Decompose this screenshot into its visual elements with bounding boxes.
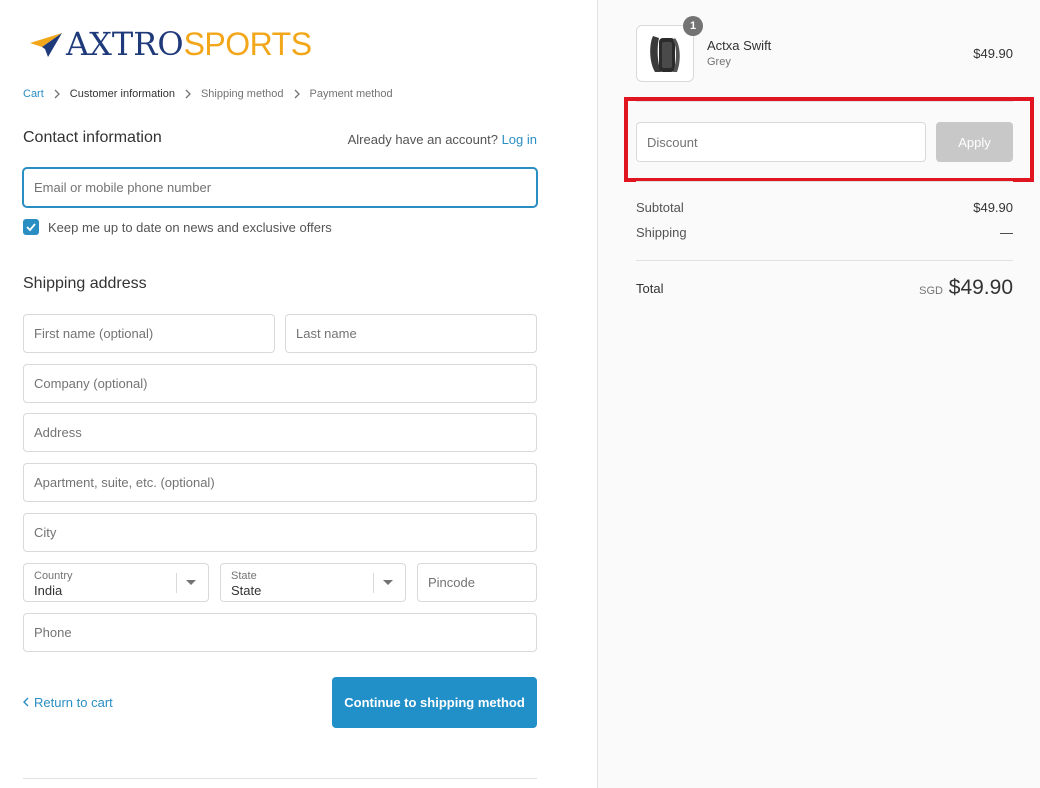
last-name-input[interactable]: Last name <box>285 314 537 353</box>
order-summary-sidebar: 1 Actxa Swift Grey $49.90 Discount Apply… <box>597 0 1040 788</box>
chevron-down-icon <box>383 580 393 585</box>
total-value: $49.90 <box>948 276 1013 299</box>
return-to-cart-link[interactable]: Return to cart <box>23 695 113 710</box>
country-value: India <box>34 583 63 598</box>
select-divider <box>176 573 177 593</box>
company-input[interactable]: Company (optional) <box>23 364 537 403</box>
shipping-address-title: Shipping address <box>23 275 147 292</box>
breadcrumb-customer-information: Customer information <box>69 88 175 100</box>
phone-input[interactable]: Phone <box>23 613 537 652</box>
summary-divider <box>636 181 1013 182</box>
checkout-main: AXTROSPORTS Cart Customer information Sh… <box>0 0 597 788</box>
address-input[interactable]: Address <box>23 413 537 452</box>
state-select[interactable]: State State <box>220 563 406 602</box>
phone-placeholder: Phone <box>34 625 72 640</box>
pincode-placeholder: Pincode <box>428 575 475 590</box>
state-label: State <box>231 570 257 582</box>
apartment-placeholder: Apartment, suite, etc. (optional) <box>34 475 215 490</box>
breadcrumb-shipping-method: Shipping method <box>200 88 284 100</box>
logo-text-sports: SPORTS <box>183 26 313 62</box>
summary-divider <box>636 260 1013 261</box>
select-divider <box>373 573 374 593</box>
subtotal-label: Subtotal <box>636 200 684 215</box>
apartment-input[interactable]: Apartment, suite, etc. (optional) <box>23 463 537 502</box>
chevron-down-icon <box>186 580 196 585</box>
chevron-right-icon <box>53 89 61 99</box>
first-name-placeholder: First name (optional) <box>34 326 154 341</box>
discount-highlight-box <box>624 97 1034 182</box>
contact-information-title: Contact information <box>23 129 162 146</box>
product-thumbnail <box>636 25 694 82</box>
footer-divider <box>23 778 537 779</box>
total-currency: SGD <box>919 285 943 297</box>
city-placeholder: City <box>34 525 57 540</box>
company-placeholder: Company (optional) <box>34 376 148 391</box>
total-label: Total <box>636 281 664 296</box>
pincode-input[interactable]: Pincode <box>417 563 537 602</box>
newsletter-label: Keep me up to date on news and exclusive… <box>48 219 332 235</box>
email-input[interactable]: Email or mobile phone number <box>23 168 537 207</box>
fitness-band-icon <box>650 36 680 72</box>
chevron-left-icon <box>23 695 29 710</box>
product-price: $49.90 <box>973 46 1013 61</box>
state-value: State <box>231 583 262 598</box>
breadcrumb: Cart Customer information Shipping metho… <box>23 88 393 100</box>
address-placeholder: Address <box>34 425 82 440</box>
breadcrumb-cart[interactable]: Cart <box>23 88 44 100</box>
account-prompt-text: Already have an account? <box>347 132 498 147</box>
product-name: Actxa Swift <box>707 38 772 53</box>
chevron-right-icon <box>184 89 192 99</box>
product-variant: Grey <box>707 56 731 68</box>
continue-to-shipping-button[interactable]: Continue to shipping method <box>332 677 537 728</box>
return-to-cart-label: Return to cart <box>34 695 113 710</box>
country-label: Country <box>34 570 73 582</box>
last-name-placeholder: Last name <box>296 326 357 341</box>
chevron-right-icon <box>293 89 301 99</box>
store-logo[interactable]: AXTROSPORTS <box>28 26 312 62</box>
subtotal-value: $49.90 <box>973 200 1013 215</box>
logo-arrow-icon <box>28 29 64 59</box>
city-input[interactable]: City <box>23 513 537 552</box>
shipping-value: — <box>1000 225 1013 240</box>
country-select[interactable]: Country India <box>23 563 209 602</box>
first-name-input[interactable]: First name (optional) <box>23 314 275 353</box>
breadcrumb-payment-method: Payment method <box>309 88 393 100</box>
shipping-label: Shipping <box>636 225 687 240</box>
newsletter-checkbox-row[interactable]: Keep me up to date on news and exclusive… <box>23 219 332 235</box>
account-prompt: Already have an account? Log in <box>348 132 537 147</box>
logo-text-axtro: AXTRO <box>66 25 184 63</box>
email-placeholder: Email or mobile phone number <box>34 180 212 195</box>
checkmark-icon <box>26 223 36 232</box>
quantity-badge: 1 <box>683 16 703 36</box>
newsletter-checkbox[interactable] <box>23 219 39 235</box>
login-link[interactable]: Log in <box>502 132 537 147</box>
